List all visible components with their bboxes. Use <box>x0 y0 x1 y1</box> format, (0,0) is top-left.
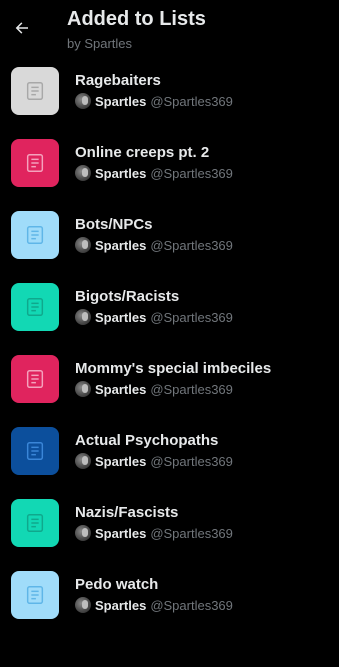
list-name: Pedo watch <box>75 576 159 593</box>
owner-handle: @Spartles369 <box>150 597 233 613</box>
list-owner: Spartles @Spartles369 <box>75 381 233 397</box>
owner-name[interactable]: Spartles <box>95 598 146 613</box>
list-name: Bots/NPCs <box>75 216 153 233</box>
owner-handle: @Spartles369 <box>150 381 233 397</box>
list-item[interactable]: Mommy's special imbeciles Spartles @Spartl… <box>0 343 339 415</box>
owner-name[interactable]: Spartles <box>95 166 146 181</box>
list-item[interactable]: Online creeps pt. 2 Spartles @Spartles369 <box>0 127 339 199</box>
list-name: Bigots/Racists <box>75 288 180 305</box>
owner-handle: @Spartles369 <box>150 453 233 469</box>
list-icon <box>11 211 59 259</box>
avatar[interactable] <box>75 525 91 541</box>
avatar[interactable] <box>75 453 91 469</box>
owner-name[interactable]: Spartles <box>95 238 146 253</box>
list-icon <box>11 499 59 547</box>
avatar[interactable] <box>75 237 91 253</box>
list-icon <box>11 283 59 331</box>
avatar[interactable] <box>75 93 91 109</box>
owner-name[interactable]: Spartles <box>95 454 146 469</box>
owner-name[interactable]: Spartles <box>95 94 146 109</box>
list-icon <box>11 355 59 403</box>
owner-handle: @Spartles369 <box>150 237 233 253</box>
page-header: Added to Lists by Spartles <box>0 0 339 56</box>
list-document-icon <box>26 586 44 604</box>
list-owner: Spartles @Spartles369 <box>75 237 233 253</box>
list-owner: Spartles @Spartles369 <box>75 525 233 541</box>
owner-handle: @Spartles369 <box>150 93 233 109</box>
owner-handle: @Spartles369 <box>150 309 233 325</box>
list-owner: Spartles @Spartles369 <box>75 309 233 325</box>
list-name: Nazis/Fascists <box>75 504 179 521</box>
list-icon <box>11 571 59 619</box>
owner-name[interactable]: Spartles <box>95 526 146 541</box>
list-item[interactable]: Ragebaiters Spartles @Spartles369 <box>0 55 339 127</box>
list-item[interactable]: Bots/NPCs Spartles @Spartles369 <box>0 199 339 271</box>
list-document-icon <box>26 514 44 532</box>
avatar[interactable] <box>75 381 91 397</box>
list-item[interactable]: Actual Psychopaths Spartles @Spartles369 <box>0 415 339 487</box>
list-document-icon <box>26 298 44 316</box>
owner-name[interactable]: Spartles <box>95 382 146 397</box>
avatar[interactable] <box>75 165 91 181</box>
list-owner: Spartles @Spartles369 <box>75 165 233 181</box>
list-name: Mommy's special imbeciles <box>75 360 272 377</box>
list-name: Ragebaiters <box>75 72 161 89</box>
avatar[interactable] <box>75 597 91 613</box>
list-name: Actual Psychopaths <box>75 432 219 449</box>
arrow-left-icon <box>15 22 28 34</box>
list-owner: Spartles @Spartles369 <box>75 453 233 469</box>
avatar[interactable] <box>75 309 91 325</box>
owner-handle: @Spartles369 <box>150 525 233 541</box>
list-document-icon <box>26 226 44 244</box>
list-icon <box>11 427 59 475</box>
lists-container: Ragebaiters Spartles @Spartles369 Online cr… <box>0 55 339 631</box>
list-document-icon <box>26 154 44 172</box>
list-icon <box>11 139 59 187</box>
list-owner: Spartles @Spartles369 <box>75 93 233 109</box>
page-title: Added to Lists <box>67 8 206 30</box>
list-item[interactable]: Pedo watch Spartles @Spartles369 <box>0 559 339 631</box>
page-subtitle: by Spartles <box>67 36 133 51</box>
back-button[interactable] <box>8 12 36 44</box>
list-document-icon <box>26 370 44 388</box>
owner-handle: @Spartles369 <box>150 165 233 181</box>
owner-name[interactable]: Spartles <box>95 310 146 325</box>
list-item[interactable]: Bigots/Racists Spartles @Spartles369 <box>0 271 339 343</box>
list-document-icon <box>26 82 44 100</box>
list-item[interactable]: Nazis/Fascists Spartles @Spartles369 <box>0 487 339 559</box>
list-name: Online creeps pt. 2 <box>75 144 210 161</box>
list-document-icon <box>26 442 44 460</box>
list-owner: Spartles @Spartles369 <box>75 597 233 613</box>
list-icon <box>11 67 59 115</box>
